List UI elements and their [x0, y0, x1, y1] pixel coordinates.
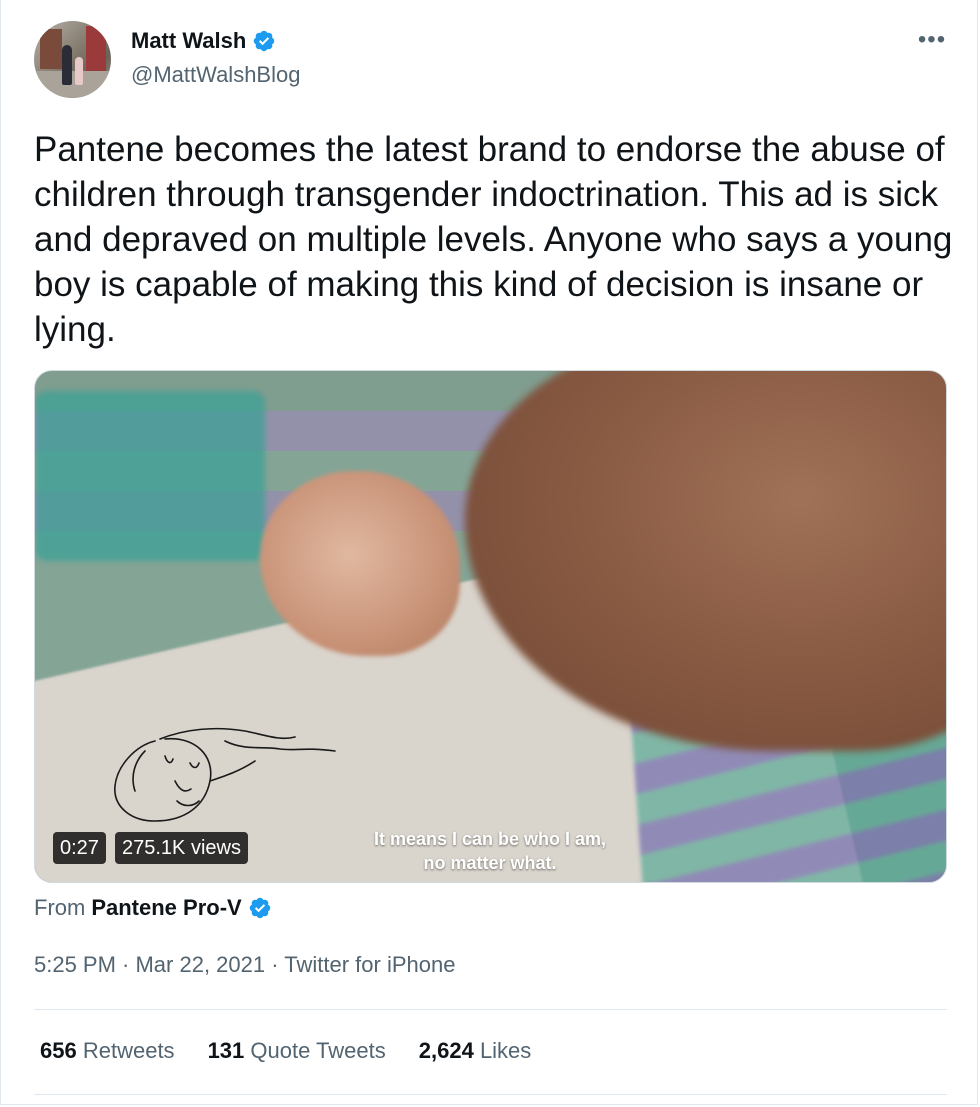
video-frame-basket	[35, 391, 265, 561]
verified-badge-icon	[249, 897, 270, 919]
more-options-icon[interactable]: •••	[916, 28, 948, 52]
avatar-person	[62, 45, 72, 85]
video-duration-badge: 0:27	[53, 832, 106, 864]
video-subtitle-line: no matter what.	[423, 853, 557, 873]
video-subtitle: It means I can be who I am, no matter wh…	[305, 827, 675, 875]
video-source-prefix: From	[34, 895, 86, 920]
author-handle[interactable]: @MattWalshBlog	[131, 62, 300, 88]
likes-stat[interactable]: 2,624 Likes	[419, 1038, 532, 1064]
divider	[34, 1094, 947, 1095]
quote-tweets-count: 131	[207, 1038, 245, 1063]
tweet-stats: 656 Retweets 131 Quote Tweets 2,624 Like…	[40, 1038, 531, 1064]
likes-count: 2,624	[418, 1038, 474, 1063]
avatar-building	[40, 29, 62, 69]
video-player[interactable]: 0:27 275.1K views It means I can be who …	[34, 370, 947, 883]
author-name[interactable]: Matt Walsh	[131, 28, 246, 54]
video-subtitle-line: It means I can be who I am,	[373, 829, 607, 849]
quote-tweets-label: Quote Tweets	[250, 1038, 386, 1063]
divider	[34, 1009, 947, 1010]
retweets-stat[interactable]: 656 Retweets	[40, 1038, 175, 1064]
author-name-row[interactable]: Matt Walsh	[131, 28, 276, 54]
quote-tweets-stat[interactable]: 131 Quote Tweets	[208, 1038, 386, 1064]
retweets-label: Retweets	[82, 1038, 175, 1063]
tweet-timestamp[interactable]: 5:25 PM · Mar 22, 2021 · Twitter for iPh…	[34, 952, 455, 978]
verified-badge-icon	[254, 30, 275, 52]
retweets-count: 656	[40, 1038, 77, 1063]
avatar-street	[34, 71, 111, 98]
avatar-building	[86, 26, 106, 71]
avatar-person	[75, 57, 83, 85]
tweet-text: Pantene becomes the latest brand to endo…	[34, 130, 953, 349]
video-source: From Pantene Pro-V	[34, 895, 272, 921]
author-avatar[interactable]	[34, 21, 111, 98]
video-frame-drawing	[114, 727, 336, 822]
video-source-name[interactable]: Pantene Pro-V	[91, 895, 241, 921]
likes-label: Likes	[479, 1038, 532, 1063]
video-views-badge: 275.1K views	[115, 832, 248, 864]
